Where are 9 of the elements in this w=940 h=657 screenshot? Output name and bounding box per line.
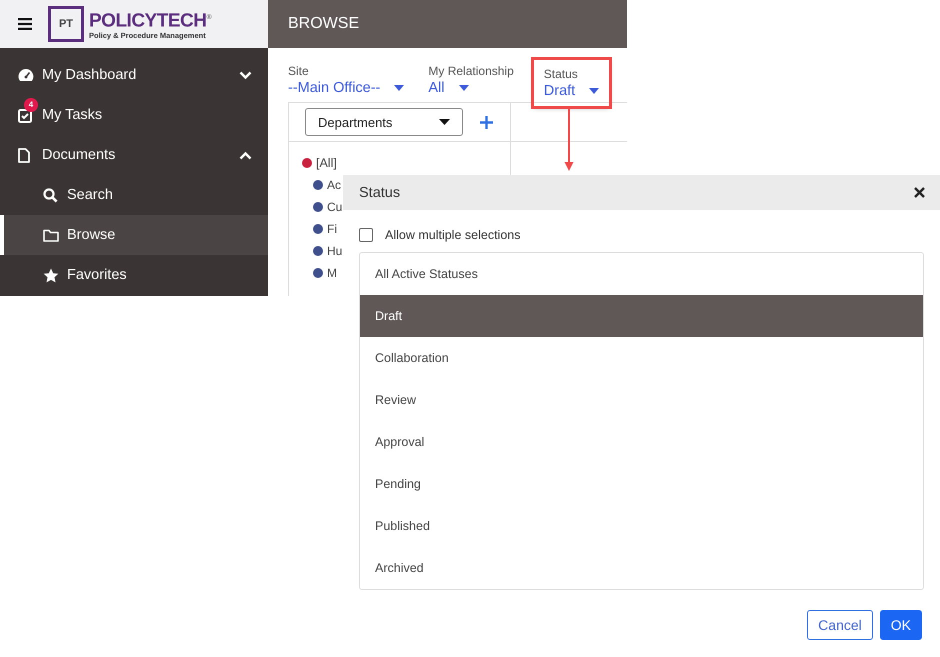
filter-label: Site: [288, 64, 310, 78]
notification-badge: 4: [24, 98, 38, 112]
logo-mark: PT: [48, 6, 84, 42]
filter-label: Status: [544, 67, 579, 81]
checkbox-label: Allow multiple selections: [385, 228, 520, 242]
page-title: BROWSE: [288, 15, 360, 33]
filter-label: My Relationship: [428, 64, 514, 78]
logo-name: POLICYTECH$^{®}$: [89, 9, 212, 32]
dialog-title: Status: [359, 184, 400, 200]
